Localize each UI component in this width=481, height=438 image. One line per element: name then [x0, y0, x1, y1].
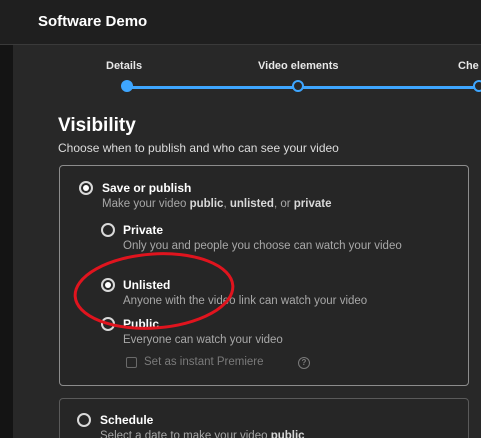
save-or-publish-desc: Make your video public, unlisted, or pri…	[102, 198, 332, 210]
save-or-publish-radio[interactable]	[79, 181, 93, 195]
private-radio[interactable]	[101, 223, 115, 237]
step-details-label[interactable]: Details	[106, 60, 142, 72]
step-video-elements-label[interactable]: Video elements	[258, 60, 339, 72]
step-checks-dot[interactable]	[473, 80, 481, 92]
premiere-checkbox[interactable]	[126, 357, 137, 368]
visibility-heading: Visibility	[58, 115, 136, 136]
visibility-subheading: Choose when to publish and who can see y…	[58, 141, 339, 155]
private-title[interactable]: Private	[123, 223, 163, 237]
private-desc: Only you and people you choose can watch…	[123, 240, 402, 252]
help-icon[interactable]: ?	[298, 357, 310, 369]
unlisted-radio[interactable]	[101, 278, 115, 292]
step-checks-label[interactable]: Che	[458, 60, 479, 72]
left-edge	[0, 0, 13, 438]
unlisted-desc: Anyone with the video link can watch you…	[123, 295, 368, 307]
save-or-publish-card: Save or publish Make your video public, …	[59, 165, 469, 386]
save-or-publish-title[interactable]: Save or publish	[102, 181, 191, 195]
upload-dialog: Software Demo Details Video elements Che…	[0, 0, 481, 438]
dialog-header: Software Demo	[0, 0, 481, 45]
dialog-title: Software Demo	[38, 13, 148, 30]
public-title[interactable]: Public	[123, 317, 159, 331]
schedule-radio[interactable]	[77, 413, 91, 427]
schedule-title[interactable]: Schedule	[100, 413, 153, 427]
public-radio[interactable]	[101, 317, 115, 331]
schedule-card: Schedule Select a date to make your vide…	[59, 398, 469, 438]
public-desc: Everyone can watch your video	[123, 334, 283, 346]
premiere-label: Set as instant Premiere	[144, 356, 264, 368]
schedule-desc: Select a date to make your video public	[100, 430, 305, 438]
step-details-dot[interactable]	[121, 80, 133, 92]
step-video-elements-dot[interactable]	[292, 80, 304, 92]
unlisted-title[interactable]: Unlisted	[123, 278, 170, 292]
